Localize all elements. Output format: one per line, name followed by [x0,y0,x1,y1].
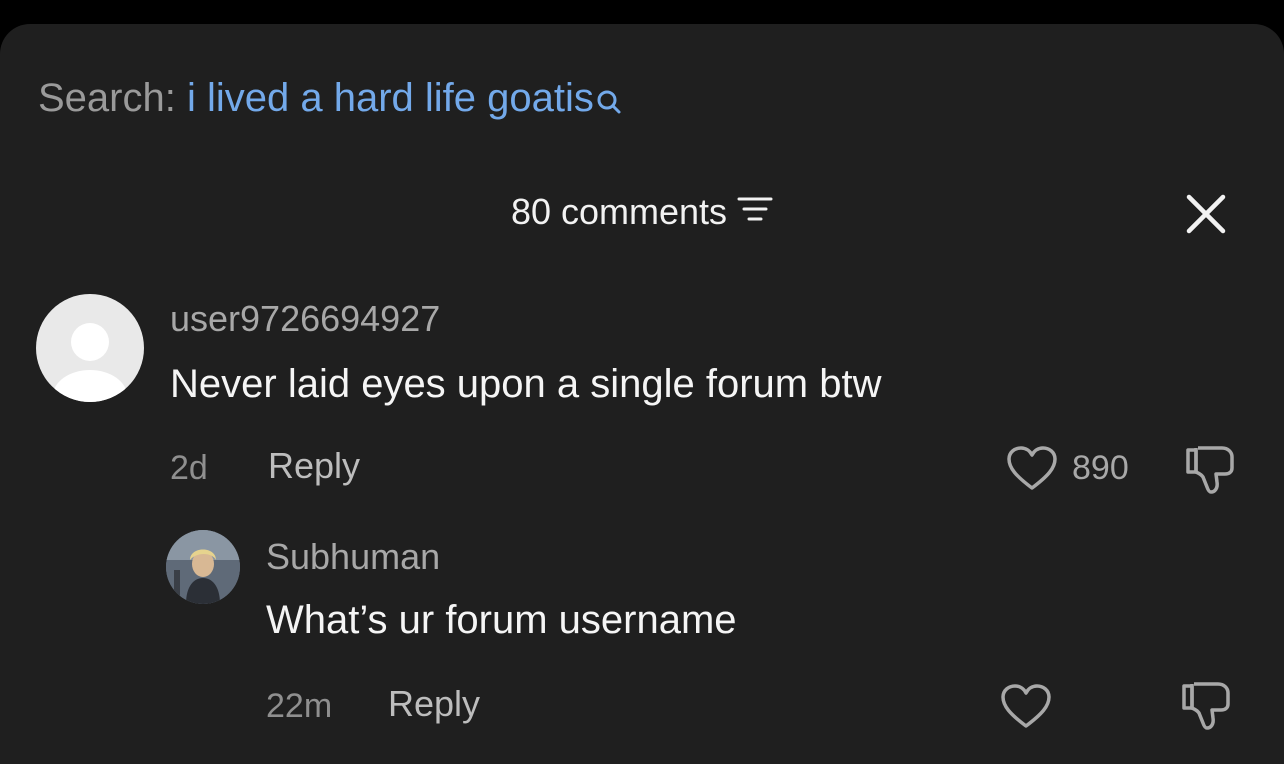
comment-username[interactable]: Subhuman [266,535,440,579]
filter-icon[interactable] [737,190,773,234]
comments-header: 80 comments [0,190,1284,234]
comment-time: 2d [170,449,208,487]
sort-control[interactable]: 80 comments [511,190,773,234]
search-icon[interactable] [596,78,622,126]
search-suggestion[interactable]: Search: i lived a hard life goatis [38,74,622,126]
close-icon[interactable] [1184,192,1228,236]
comment-time: 22m [266,687,333,725]
heart-icon[interactable] [1006,446,1058,497]
default-avatar[interactable] [36,294,144,402]
comment-count: 80 comments [510,191,728,232]
search-label: Search: [38,76,176,120]
comment-username[interactable]: user9726694927 [170,297,440,341]
comment-text: Never laid eyes upon a single forum btw [170,362,882,406]
reply-button[interactable]: Reply [388,682,480,726]
comments-sheet: Search: i lived a hard life goatis 80 co… [0,24,1284,764]
user-avatar[interactable] [166,530,240,604]
like-count: 890 [1072,449,1129,487]
reply-button[interactable]: Reply [268,444,360,488]
dislike-icon[interactable] [1180,680,1234,737]
dislike-icon[interactable] [1184,444,1238,501]
comment-text: What’s ur forum username [266,598,737,642]
heart-icon[interactable] [1000,684,1052,735]
search-query[interactable]: i lived a hard life goatis [187,76,594,120]
